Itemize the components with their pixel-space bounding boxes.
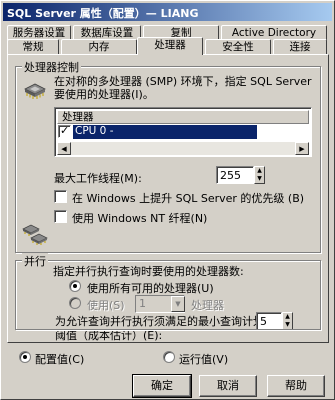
ok-button-label: 确定 [151, 379, 173, 392]
running-values-label: 运行值(V) [179, 353, 229, 366]
tab-server-settings[interactable]: 服务器设置 [7, 25, 71, 40]
cancel-button-label: 取消 [217, 379, 239, 392]
scroll-left-arrow-icon[interactable]: ◀ [57, 142, 71, 155]
processor-checkbox[interactable] [58, 124, 71, 138]
processor-list-item[interactable]: CPU 0 - PROCESSOR_INTEL_PENTIUM [73, 125, 257, 150]
help-button-label: 帮助 [285, 379, 307, 392]
ok-button[interactable]: 确定 [132, 374, 192, 398]
parallelism-legend: 并行 [22, 253, 48, 269]
boost-priority-label: 在 Windows 上提升 SQL Server 的优先级 (B) [72, 192, 305, 205]
max-worker-threads-input[interactable]: 255 [216, 166, 254, 184]
tab-connections[interactable]: 连接 [273, 39, 327, 54]
parallelism-group: 并行 [15, 253, 321, 330]
nt-fibers-checkbox[interactable] [54, 210, 67, 223]
configured-values-label: 配置值(C) [35, 353, 85, 366]
tab-security[interactable]: 安全性 [205, 39, 271, 54]
title-bar: SQL Server 属性（配置）— LIANG [3, 3, 332, 21]
max-worker-threads-value: 255 [220, 169, 241, 182]
tab-label: 内存 [88, 41, 110, 53]
tab-active-directory[interactable]: Active Directory [221, 25, 327, 40]
tab-label: 服务器设置 [12, 27, 66, 39]
processor-control-group: 处理器控制 在对称的多处理器 (SMP) 环境下，指定 SQL Server 要… [15, 59, 321, 253]
properties-dialog: SQL Server 属性（配置）— LIANG 服务器设置 数据库设置 复制 … [0, 0, 335, 400]
nt-fibers-label: 使用 Windows NT 纤程(N) [72, 212, 208, 225]
running-values-radio[interactable] [163, 351, 175, 363]
tab-memory[interactable]: 内存 [61, 39, 137, 54]
cpu-chip-icon [22, 79, 48, 103]
window-title: SQL Server 属性（配置）— LIANG [7, 7, 199, 20]
processor-control-legend: 处理器控制 [22, 59, 81, 75]
processor-list-hscrollbar[interactable]: ◀ ▶ [57, 141, 309, 155]
scroll-right-arrow-icon[interactable]: ▶ [295, 142, 309, 155]
max-worker-threads-label: 最大工作线程(M): [54, 172, 142, 185]
processor-list-header[interactable]: 处理器 [57, 110, 309, 124]
boost-priority-checkbox[interactable] [54, 190, 67, 203]
configured-values-radio[interactable] [19, 351, 31, 363]
tab-general[interactable]: 常规 [7, 39, 59, 54]
tab-label: 连接 [289, 41, 311, 53]
tab-label: 常规 [22, 41, 44, 53]
tab-label: 处理器 [154, 39, 186, 51]
tab-label: 安全性 [222, 41, 254, 53]
processor-control-description: 在对称的多处理器 (SMP) 环境下，指定 SQL Server 要使用的处理器… [54, 75, 312, 101]
spin-down-icon[interactable]: ▼ [255, 175, 264, 184]
processor-list-header-label: 处理器 [62, 111, 94, 123]
processor-list[interactable]: 处理器 CPU 0 - PROCESSOR_INTEL_PENTIUM ◀ ▶ [54, 107, 312, 157]
tab-label: Active Directory [231, 27, 317, 39]
tab-database-settings[interactable]: 数据库设置 [73, 25, 141, 40]
help-button[interactable]: 帮助 [267, 375, 325, 397]
processor-tab-panel: 处理器控制 在对称的多处理器 (SMP) 环境下，指定 SQL Server 要… [7, 54, 329, 343]
max-worker-threads-spinner[interactable]: ▲ ▼ [254, 166, 265, 184]
tab-label: 数据库设置 [80, 27, 134, 39]
tab-processor[interactable]: 处理器 [137, 37, 203, 55]
cancel-button[interactable]: 取消 [199, 375, 257, 397]
